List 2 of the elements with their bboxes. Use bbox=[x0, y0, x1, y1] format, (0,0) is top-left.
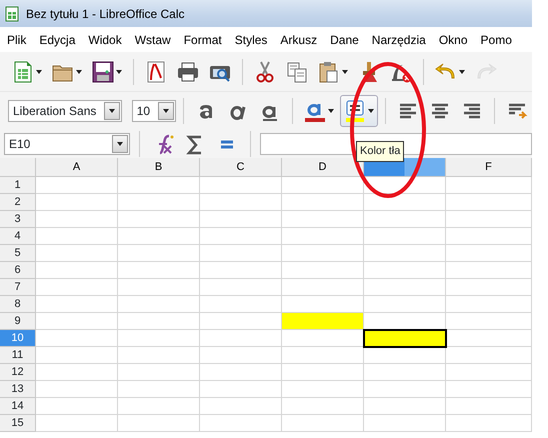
window-title: Bez tytułu 1 - LibreOffice Calc bbox=[26, 6, 185, 22]
tooltip: Kolor tła bbox=[356, 141, 404, 162]
